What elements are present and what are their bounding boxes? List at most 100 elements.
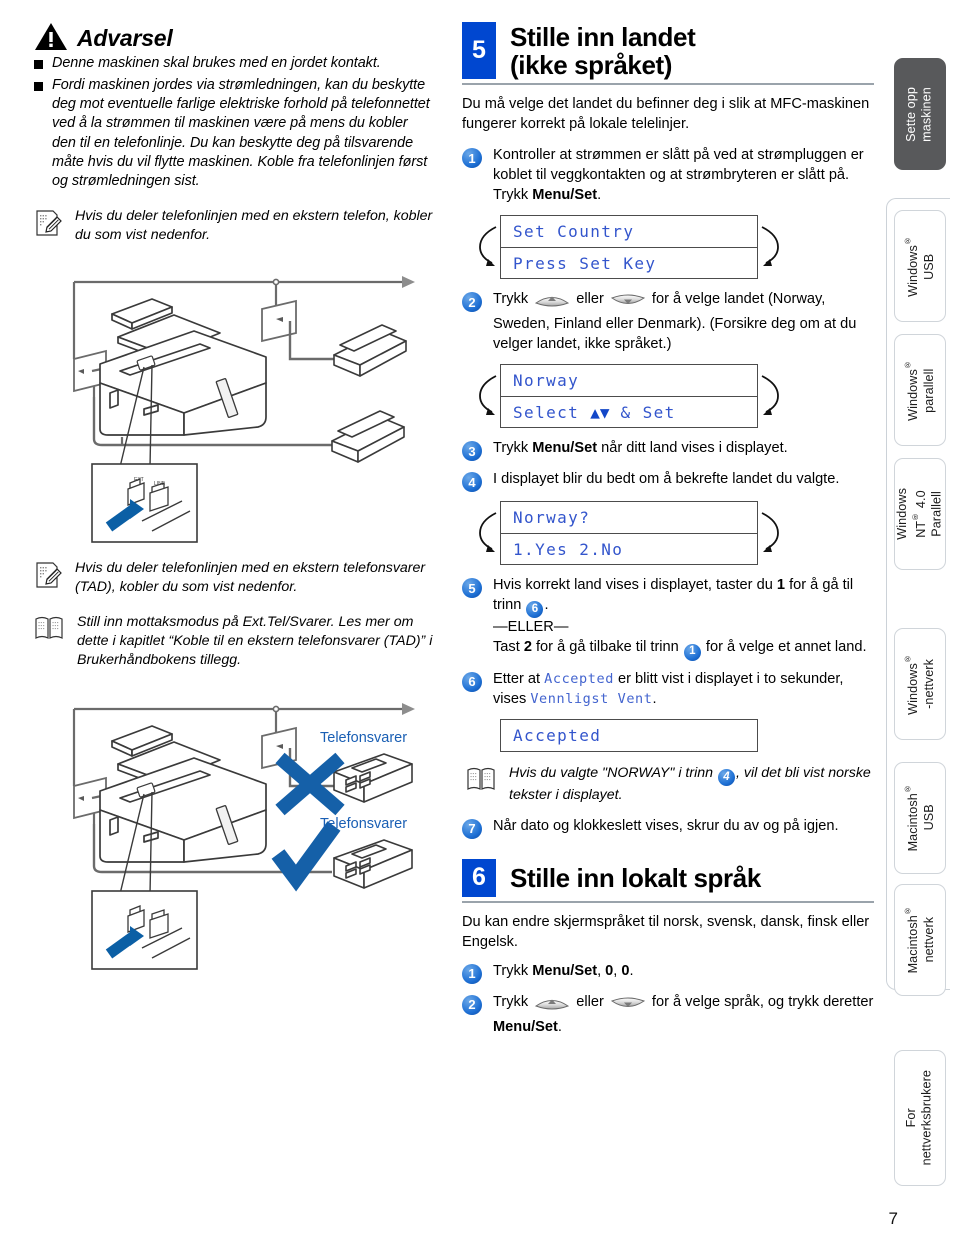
rail-tab-label: For nettverksbrukere: [904, 1070, 934, 1166]
lcd-line2-text: Select ▲▼ & Set: [513, 402, 676, 422]
rail-tab-label: Macintosh® USB: [902, 784, 936, 852]
step-5-2: 2 Trykk eller for å velge landet (Norway…: [462, 290, 874, 355]
section-6-rule: [462, 900, 874, 903]
rail-tab-label: Macintosh® nettverk: [902, 906, 936, 974]
lcd-line: Norway?: [501, 502, 757, 533]
section-5-title: Stille inn landet (ikke språket): [510, 22, 696, 81]
note-external-tad: Hvis du deler telefonlinjen med en ekste…: [34, 559, 434, 597]
rail-tab-windows-usb[interactable]: Windows® USB: [894, 210, 946, 322]
lcd-norway-select: Norway Select ▲▼ & Set: [479, 364, 779, 429]
note-external-phone: Hvis du deler telefonlinjen med en ekste…: [34, 207, 434, 245]
note-manual-reference: Still inn mottaksmodus på Ext.Tel/Svarer…: [34, 613, 434, 670]
loop-arrow-right-icon: [760, 509, 780, 560]
step-badge: 3: [462, 441, 482, 462]
open-book-icon: [34, 615, 64, 646]
rail-tab-macintosh-usb[interactable]: Macintosh® USB: [894, 762, 946, 874]
step-6-2: 2 Trykk eller for å velge språk, og tryk…: [462, 993, 874, 1038]
page-root: Advarsel Denne maskinen skal brukes med …: [0, 0, 960, 1245]
loop-arrow-left-icon: [478, 223, 498, 274]
illustration-external-phone: EXT LINE: [34, 259, 434, 549]
note-manual-reference-text: Still inn mottaksmodus på Ext.Tel/Svarer…: [77, 614, 433, 669]
jack-label-line: LINE: [154, 481, 166, 487]
rail-tab-label: Windows® USB: [902, 235, 936, 297]
step-badge: 1: [462, 963, 482, 984]
note-external-tad-text: Hvis du deler telefonlinjen med en ekste…: [75, 560, 426, 596]
lcd-accepted: Accepted: [500, 718, 758, 752]
note-norway-text: Hvis du valgte "NORWAY" i trinn 4, vil d…: [509, 764, 871, 803]
arrow-down-key-icon[interactable]: [610, 996, 646, 1018]
lcd-line1-text: Norway: [513, 371, 580, 391]
step-6-1-text: Trykk Menu/Set, 0, 0.: [493, 962, 634, 979]
lcd-norway-confirm: Norway? 1.Yes 2.No: [479, 501, 779, 566]
inline-lcd-accepted: Accepted: [544, 670, 614, 687]
section-5-title-line1: Stille inn landet: [510, 22, 696, 52]
step-5-3-text: Trykk Menu/Set når ditt land vises i dis…: [493, 440, 788, 457]
step-5-1: 1 Kontroller at strømmen er slått på ved…: [462, 146, 874, 206]
section-5-rule: [462, 83, 874, 86]
key-menu-set: Menu/Set: [532, 440, 598, 457]
arrow-up-key-icon[interactable]: [534, 293, 570, 315]
rail-tab-windows-nt40-parallell[interactable]: Windows NT® 4.0 Parallell: [894, 458, 946, 570]
lcd-line: Press Set Key: [501, 247, 757, 278]
rail-tab-sette-opp-maskinen[interactable]: Sette opp maskinen: [894, 58, 946, 170]
section-6: 6 Stille inn lokalt språk Du kan endre s…: [462, 858, 874, 1038]
warning-bullet: Fordi maskinen jordes via strømledningen…: [34, 76, 434, 191]
step-5-7-text: Når dato og klokkeslett vises, skrur du …: [493, 817, 839, 834]
section-5-header: 5 Stille inn landet (ikke språket): [462, 22, 874, 81]
lcd-line: Set Country: [501, 216, 757, 247]
arrow-down-key-icon[interactable]: [610, 293, 646, 315]
rail-tab-label: Windows NT® 4.0 Parallell: [894, 488, 944, 540]
warning-bullet-text: Denne maskinen skal brukes med en jordet…: [52, 55, 381, 71]
left-column: Advarsel Denne maskinen skal brukes med …: [34, 22, 434, 976]
warning-block: Advarsel Denne maskinen skal brukes med …: [34, 22, 434, 191]
arrow-up-key-icon[interactable]: [534, 996, 570, 1018]
loop-arrow-left-icon: [478, 372, 498, 423]
step-badge: 5: [462, 578, 482, 599]
step-6-1: 1 Trykk Menu/Set, 0, 0.: [462, 962, 874, 984]
lcd-line1-text: Norway?: [513, 508, 591, 528]
section-5: 5 Stille inn landet (ikke språket) Du må…: [462, 22, 874, 839]
step-5-6: 6 Etter at Accepted er blitt vist i disp…: [462, 670, 874, 710]
or-separator: —ELLER—: [493, 619, 569, 636]
illustration-external-tad: Telefonsvarer Telefonsvarer: [34, 686, 434, 976]
square-bullet-icon: [34, 60, 43, 69]
note-pencil-icon: [34, 209, 62, 242]
warning-header: Advarsel: [34, 22, 434, 51]
right-column: 5 Stille inn landet (ikke språket) Du må…: [462, 22, 874, 1047]
step-ref-badge: 6: [526, 601, 544, 619]
rail-tab-windows-parallell[interactable]: Windows® parallell: [894, 334, 946, 446]
label-telefonsvarer-bad: Telefonsvarer: [320, 730, 408, 747]
open-book-icon: [466, 766, 496, 797]
lcd-panel: Set Country Press Set Key: [500, 215, 758, 280]
square-bullet-icon: [34, 82, 43, 92]
section-rail: Sette opp maskinen Windows® USB Windows®…: [886, 22, 950, 1202]
lcd-updown-arrows: ▲▼: [590, 402, 610, 422]
page-number: 7: [888, 1209, 898, 1228]
section-6-header: 6 Stille inn lokalt språk: [462, 858, 874, 897]
lcd-panel: Accepted: [500, 718, 758, 752]
rail-tab-macintosh-nettverk[interactable]: Macintosh® nettverk: [894, 884, 946, 996]
warning-title: Advarsel: [77, 25, 173, 51]
section-6-number: 6: [462, 858, 496, 897]
lcd-line1-text: Accepted: [513, 725, 602, 745]
step-5-6-text: Etter at Accepted er blitt vist i displa…: [493, 670, 844, 707]
note-norway: Hvis du valgte "NORWAY" i trinn 4, vil d…: [462, 764, 874, 805]
step-5-4: 4 I displayet blir du bedt om å bekrefte…: [462, 470, 874, 493]
rail-tab-windows-nettverk[interactable]: Windows® -nettverk: [894, 628, 946, 740]
note-external-phone-text: Hvis du deler telefonlinjen med en ekste…: [75, 208, 433, 244]
rail-tab-for-nettverksbrukere[interactable]: For nettverksbrukere: [894, 1050, 946, 1186]
section-5-title-line2: (ikke språket): [510, 50, 673, 81]
note-pencil-icon: [34, 561, 62, 594]
lcd-line2-text: 1.Yes 2.No: [513, 539, 624, 559]
step-5-5-text: Hvis korrekt land vises i displayet, tas…: [493, 576, 874, 661]
section-6-lede: Du kan endre skjermspråket til norsk, sv…: [462, 913, 870, 950]
warning-triangle-icon: [34, 22, 68, 51]
step-badge: 7: [462, 818, 482, 839]
lcd-set-country: Set Country Press Set Key: [479, 215, 779, 280]
step-5-4-text: I displayet blir du bedt om å bekrefte l…: [493, 471, 840, 488]
warning-bullet-text: Fordi maskinen jordes via strømledningen…: [52, 77, 430, 189]
loop-arrow-left-icon: [478, 509, 498, 560]
key-menu-set: Menu/Set: [532, 962, 598, 979]
rail-tab-label: Sette opp maskinen: [904, 86, 934, 142]
step-5-1-text: Kontroller at strømmen er slått på ved a…: [493, 147, 864, 204]
